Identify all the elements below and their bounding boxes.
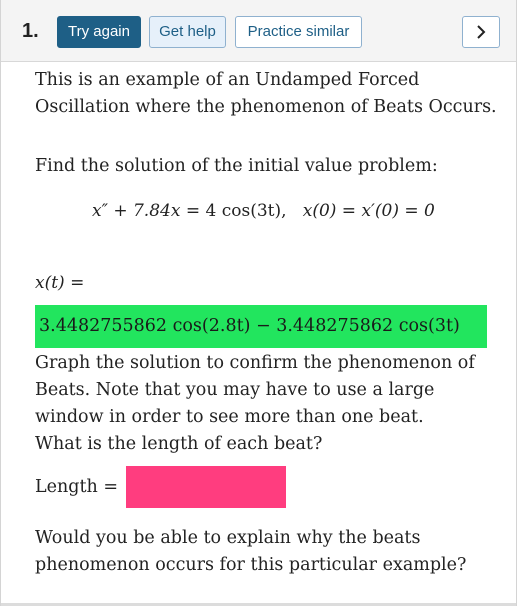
problem-instruction: Find the solution of the initial value p… (35, 156, 438, 176)
equation-lhs: x″ + 7.84x (92, 201, 181, 221)
practice-similar-button[interactable]: Practice similar (235, 16, 362, 48)
length-row: Length = (35, 466, 286, 508)
chevron-right-icon (477, 25, 486, 39)
equation-rhs: = 4 cos(3t), (180, 201, 287, 221)
initial-conditions: x(0) = x′(0) = 0 (302, 201, 435, 221)
get-help-button[interactable]: Get help (149, 16, 226, 48)
ivp-equation: x″ + 7.84x = 4 cos(3t), x(0) = x′(0) = 0 (92, 201, 435, 221)
beat-question: What is the length of each beat? (35, 434, 323, 454)
length-label: Length = (35, 477, 118, 497)
next-question-button[interactable] (462, 16, 500, 48)
question-number: 1. (22, 20, 39, 42)
question-toolbar: 1. Try again Get help Practice similar (1, 0, 516, 62)
question-card: 1. Try again Get help Practice similar T… (0, 0, 517, 606)
graph-instruction: Graph the solution to confirm the phenom… (35, 350, 495, 458)
graph-text: Graph the solution to confirm the phenom… (35, 353, 475, 427)
problem-intro: This is an example of an Undamped Forced… (35, 70, 497, 117)
explain-question: Would you be able to explain why the bea… (35, 528, 467, 575)
length-input[interactable] (125, 466, 286, 508)
try-again-button[interactable]: Try again (57, 16, 141, 48)
solution-answer-field[interactable]: 3.4482755862 cos(2.8t) − 3.448275862 cos… (35, 305, 487, 348)
solution-label: x(t) = (35, 273, 85, 293)
